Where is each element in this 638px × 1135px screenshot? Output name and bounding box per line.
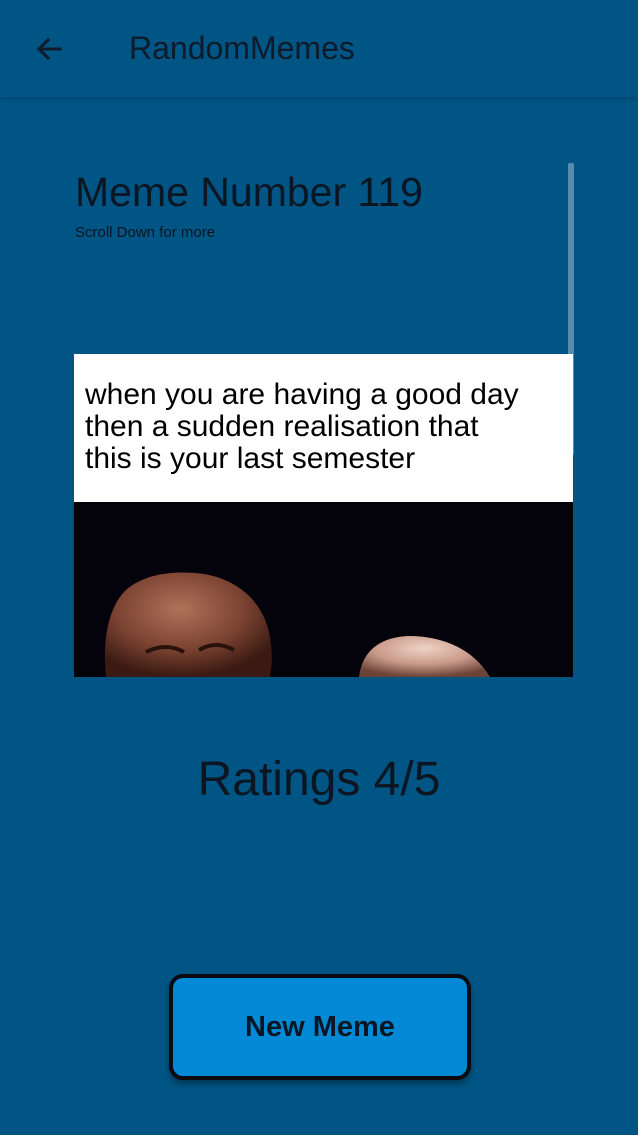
meme-subtitle: Scroll Down for more [75,224,216,241]
app-title: RandomMemes [129,30,355,66]
ratings-label: Ratings 4/5 [197,753,441,806]
arrow-left-icon [36,37,62,61]
caption-line: this is your last semester [85,442,416,475]
meme-title: Meme Number 119 [75,169,423,215]
meme-caption: when you are having a good day then a su… [74,354,573,502]
person-left [104,572,272,677]
meme-image: when you are having a good day then a su… [74,354,573,677]
app-bar: RandomMemes [0,0,638,97]
new-meme-button[interactable]: New Meme [169,974,471,1080]
meme-photo [74,502,573,677]
caption-line: when you are having a good day [85,378,519,411]
meme-photo-figures [104,572,490,677]
caption-line: then a sudden realisation that [85,410,479,443]
back-button[interactable] [26,26,72,72]
